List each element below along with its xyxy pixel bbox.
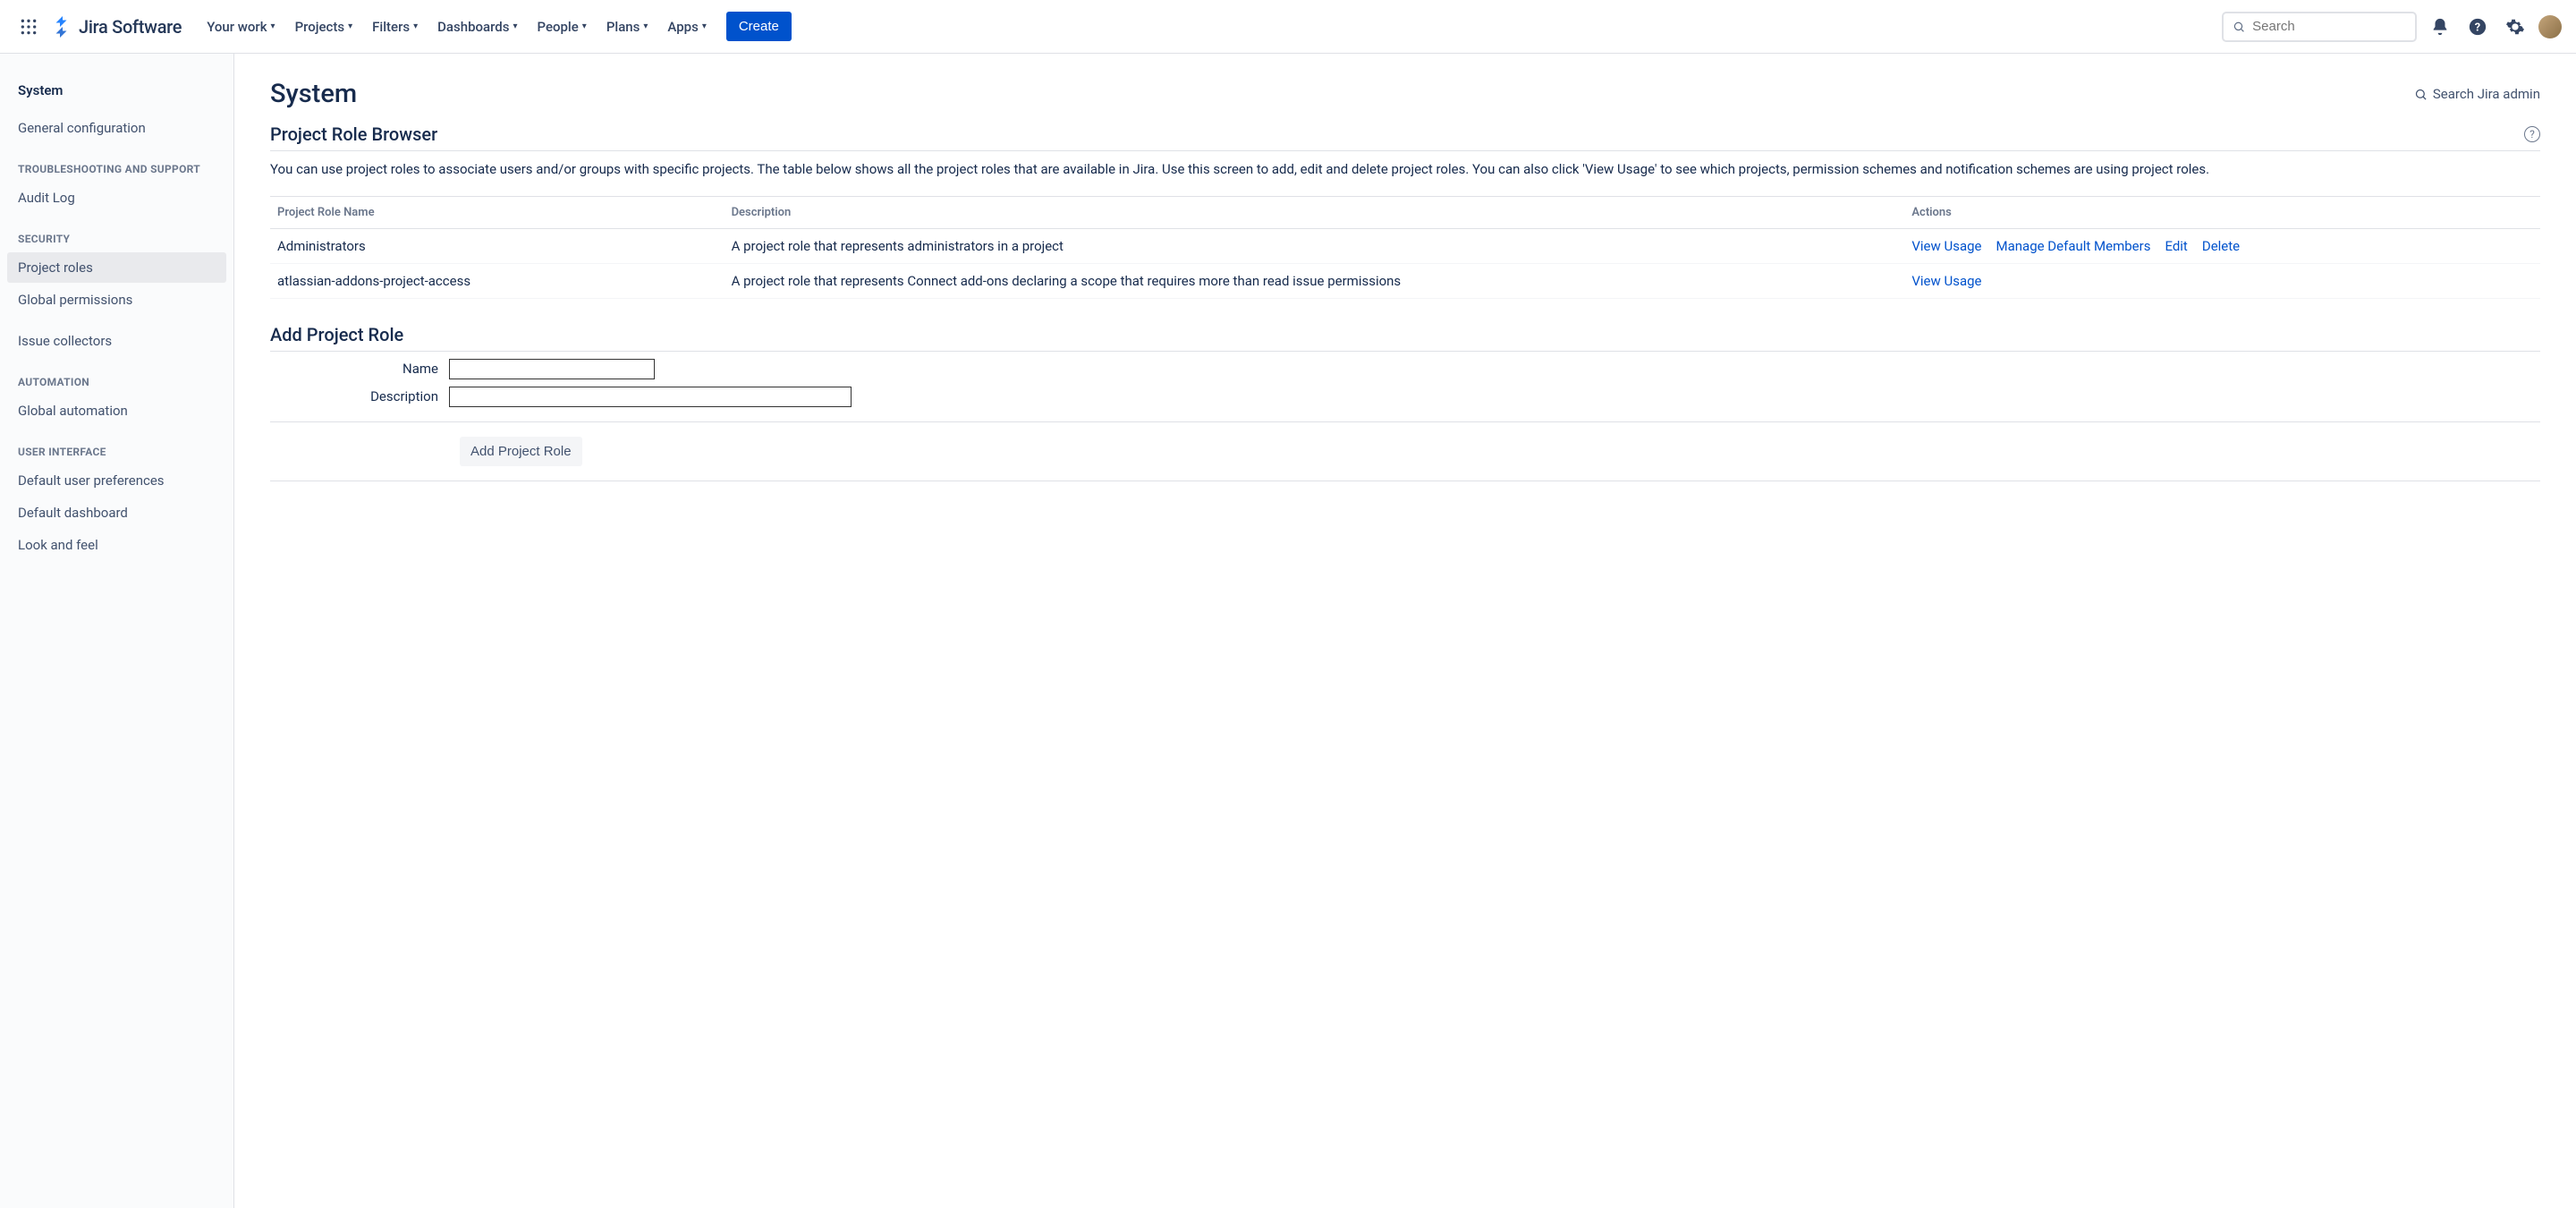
chevron-down-icon: ▾ [643,21,648,31]
nav-plans[interactable]: Plans▾ [597,13,657,40]
description-label: Description [270,388,449,404]
chevron-down-icon: ▾ [413,21,418,31]
primary-nav: Your work▾ Projects▾ Filters▾ Dashboards… [198,12,792,41]
create-button[interactable]: Create [726,12,792,41]
help-icon[interactable]: ? [2463,13,2492,41]
search-icon [2233,20,2245,34]
chevron-down-icon: ▾ [582,21,587,31]
page-title: System [270,79,357,109]
sidebar-item-default-dashboard[interactable]: Default dashboard [7,498,226,528]
main-content: System Search Jira admin Project Role Br… [234,54,2576,1208]
name-label: Name [270,361,449,377]
form-divider [270,421,2540,422]
help-icon[interactable]: ? [2524,126,2540,142]
nav-your-work[interactable]: Your work▾ [198,13,284,40]
action-view-usage[interactable]: View Usage [1911,238,1981,254]
role-actions: View Usage Manage Default Members Edit D… [1904,228,2540,263]
name-input[interactable] [449,359,655,379]
form-row-description: Description [270,387,2540,407]
settings-icon[interactable] [2501,13,2529,41]
sidebar-item-general-configuration[interactable]: General configuration [7,113,226,143]
section-header: Project Role Browser ? [270,123,2540,151]
topnav-left: Jira Software Your work▾ Projects▾ Filte… [14,12,792,41]
sidebar-section-user-interface: USER INTERFACE [7,428,226,465]
add-project-role-section: Add Project Role Name Description Add Pr… [270,324,2540,481]
role-name: Administrators [270,228,724,263]
chevron-down-icon: ▾ [348,21,352,31]
search-input[interactable] [2252,19,2406,34]
topnav-right: ? [2222,12,2562,42]
sidebar-item-issue-collectors[interactable]: Issue collectors [7,326,226,356]
sidebar-title: System [7,75,226,113]
role-desc: A project role that represents administr… [724,228,1905,263]
sidebar: System General configuration TROUBLESHOO… [0,54,234,1208]
sidebar-item-default-user-preferences[interactable]: Default user preferences [7,465,226,496]
sidebar-item-global-permissions[interactable]: Global permissions [7,285,226,315]
search-icon [2414,88,2428,101]
col-project-role-name: Project Role Name [270,196,724,228]
role-actions: View Usage [1904,263,2540,298]
section-description: You can use project roles to associate u… [270,160,2540,180]
sidebar-item-audit-log[interactable]: Audit Log [7,183,226,213]
chevron-down-icon: ▾ [271,21,275,31]
search-jira-admin[interactable]: Search Jira admin [2414,86,2540,102]
col-actions: Actions [1904,196,2540,228]
global-search[interactable] [2222,12,2417,42]
nav-projects[interactable]: Projects▾ [286,13,362,40]
nav-people[interactable]: People▾ [528,13,595,40]
project-roles-table: Project Role Name Description Actions Ad… [270,196,2540,299]
sidebar-section-troubleshooting: TROUBLESHOOTING AND SUPPORT [7,145,226,183]
action-edit[interactable]: Edit [2165,238,2187,254]
notifications-icon[interactable] [2426,13,2454,41]
sidebar-section-security: SECURITY [7,215,226,252]
sidebar-item-project-roles[interactable]: Project roles [7,252,226,283]
jira-logo-icon [52,16,73,38]
page-header: System Search Jira admin [270,79,2540,109]
role-name: atlassian-addons-project-access [270,263,724,298]
col-description: Description [724,196,1905,228]
app-switcher-icon[interactable] [14,13,43,41]
sidebar-item-global-automation[interactable]: Global automation [7,396,226,426]
nav-filters[interactable]: Filters▾ [363,13,427,40]
table-row: Administrators A project role that repre… [270,228,2540,263]
nav-dashboards[interactable]: Dashboards▾ [428,13,526,40]
add-project-role-button[interactable]: Add Project Role [460,437,582,466]
top-navigation: Jira Software Your work▾ Projects▾ Filte… [0,0,2576,54]
action-view-usage[interactable]: View Usage [1911,273,1981,289]
chevron-down-icon: ▾ [702,21,707,31]
main-layout: System General configuration TROUBLESHOO… [0,54,2576,1208]
nav-apps[interactable]: Apps▾ [658,13,715,40]
product-name: Jira Software [79,16,182,38]
submit-row: Add Project Role [270,437,2540,481]
action-manage-default-members[interactable]: Manage Default Members [1996,238,2151,254]
form-row-name: Name [270,359,2540,379]
chevron-down-icon: ▾ [513,21,517,31]
role-desc: A project role that represents Connect a… [724,263,1905,298]
section-title: Project Role Browser [270,123,437,145]
sidebar-item-look-and-feel[interactable]: Look and feel [7,530,226,560]
product-logo[interactable]: Jira Software [47,16,187,38]
description-input[interactable] [449,387,852,407]
sidebar-section-automation: AUTOMATION [7,358,226,396]
user-avatar[interactable] [2538,15,2562,38]
action-delete[interactable]: Delete [2202,238,2240,254]
table-row: atlassian-addons-project-access A projec… [270,263,2540,298]
search-admin-label: Search Jira admin [2433,86,2540,102]
add-section-title: Add Project Role [270,324,2540,352]
svg-text:?: ? [2475,21,2480,34]
